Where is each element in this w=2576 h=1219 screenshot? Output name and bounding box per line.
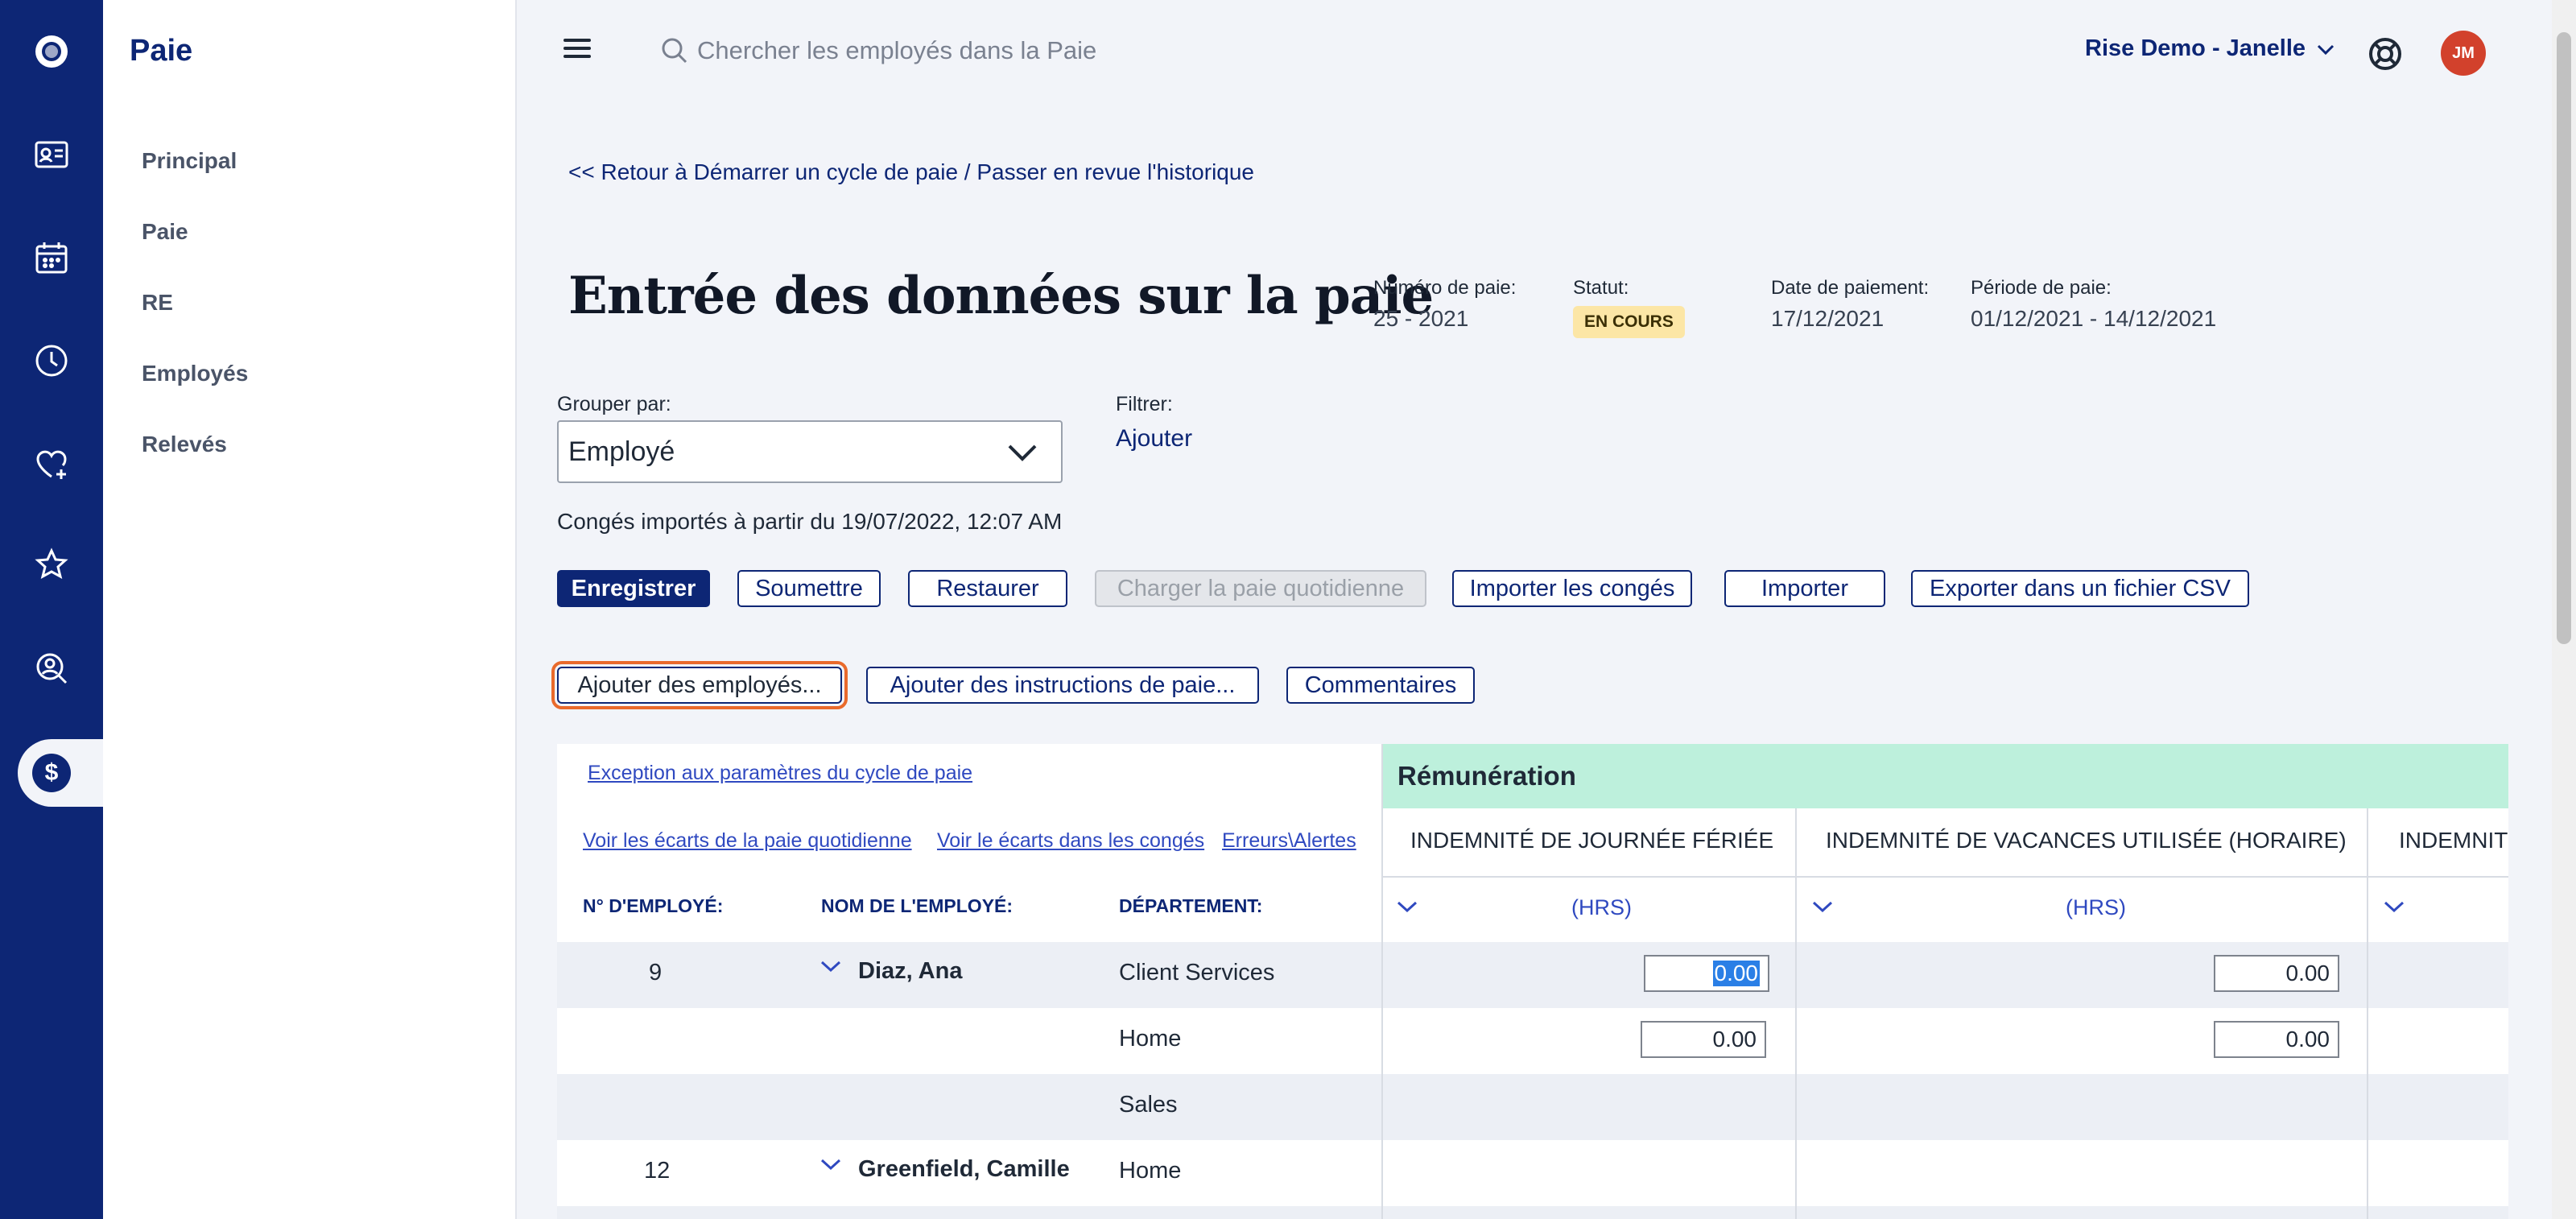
import-note: Congés importés à partir du 19/07/2022, … [557,509,1063,534]
expand-chevron-icon[interactable] [819,958,842,974]
sidenav-item-principal[interactable]: Principal [142,148,237,174]
table-row [557,1206,2508,1219]
back-link[interactable]: << Retour à Démarrer un cycle de paie / … [568,159,1254,185]
column-header-vacation-pay: INDEMNITÉ DE VACANCES UTILISÉE (HORAIRE) [1826,828,2347,853]
department: Home [1119,1158,1182,1184]
exception-settings-link[interactable]: Exception aux paramètres du cycle de pai… [588,762,972,785]
employee-number: 9 [649,960,663,986]
comments-button[interactable]: Commentaires [1286,667,1475,704]
department: Sales [1119,1092,1178,1118]
group-by-value: Employé [568,436,675,467]
errors-alerts-link[interactable]: Erreurs\Alertes [1222,829,1356,853]
pay-number-label: Numéro de paie: [1373,277,1517,299]
chevron-down-icon [1008,444,1037,461]
daily-pay-gaps-link[interactable]: Voir les écarts de la paie quotidienne [583,829,912,853]
load-daily-pay-button[interactable]: Charger la paie quotidienne [1095,570,1426,607]
group-by-label: Grouper par: [557,393,671,415]
column-header-emp-name[interactable]: NOM DE L'EMPLOYÉ: [821,895,1013,917]
sidenav-item-paie[interactable]: Paie [142,219,188,245]
clock-icon[interactable] [27,337,76,385]
employee-number: 12 [644,1158,671,1184]
pay-period-meta: Période de paie: 01/12/2021 - 14/12/2021 [1971,277,2216,332]
pay-number-meta: Numéro de paie: 25 - 2021 [1373,277,1516,332]
status-badge: EN COURS [1573,306,1685,338]
add-employees-button[interactable]: Ajouter des employés... [551,661,848,709]
column-header-department[interactable]: DÉPARTEMENT: [1119,895,1262,917]
heart-plus-icon[interactable] [27,440,76,488]
expand-chevron-icon[interactable] [819,1156,842,1172]
save-button[interactable]: Enregistrer [557,570,710,607]
menu-icon[interactable] [564,39,591,63]
star-badge-icon[interactable] [27,541,76,589]
submit-button[interactable]: Soumettre [737,570,881,607]
scrollbar-thumb[interactable] [2557,32,2571,644]
group-by-select[interactable]: Employé [557,420,1063,483]
export-csv-button[interactable]: Exporter dans un fichier CSV [1911,570,2249,607]
pay-period-label: Période de paie: [1971,277,2112,299]
column-header-emp-no[interactable]: N° D'EMPLOYÉ: [583,895,723,917]
account-switcher[interactable]: Rise Demo - Janelle [2085,35,2336,62]
leave-gaps-link[interactable]: Voir le écarts dans les congés [937,829,1204,853]
vacation-pay-input[interactable]: 0.00 [2214,955,2339,992]
vacation-pay-input[interactable]: 0.00 [2214,1021,2339,1058]
table-row [557,1074,2508,1140]
add-pay-instructions-button[interactable]: Ajouter des instructions de paie... [866,667,1259,704]
chevron-down-icon[interactable] [1396,899,1418,915]
calendar-icon[interactable] [27,233,76,282]
pay-date-meta: Date de paiement: 17/12/2021 [1771,277,1929,332]
holiday-pay-unit: (HRS) [1571,895,1632,919]
search-placeholder: Chercher les employés dans la Paie [697,36,1097,64]
sidenav-title: Paie [130,34,193,68]
account-label: Rise Demo - Janelle [2085,35,2306,61]
help-lifebuoy-icon[interactable] [2367,35,2404,72]
avatar[interactable]: JM [2441,31,2486,76]
chevron-down-icon[interactable] [1811,899,1834,915]
pay-date-value: 17/12/2021 [1771,306,1885,331]
column-header-indemnity-truncated: INDEMNIT [2399,828,2508,853]
chevron-down-icon[interactable] [2383,899,2405,915]
status-label: Statut: [1573,277,1629,299]
id-card-icon[interactable] [27,130,76,179]
filter-label: Filtrer: [1116,393,1173,415]
search-input[interactable]: Chercher les employés dans la Paie [658,31,1383,71]
search-icon [662,38,687,64]
filter-add-link[interactable]: Ajouter [1116,425,1192,452]
column-header-holiday-pay: INDEMNITÉ DE JOURNÉE FÉRIÉE [1410,828,1774,853]
employee-name[interactable]: Diaz, Ana [858,958,962,985]
import-leave-button[interactable]: Importer les congés [1452,570,1692,607]
logo-icon[interactable] [27,27,76,76]
vacation-pay-unit: (HRS) [2066,895,2126,919]
sidenav-item-employes[interactable]: Employés [142,361,248,386]
holiday-pay-value: 0.00 [1712,961,1760,986]
pay-number-value: 25 - 2021 [1373,306,1469,331]
dollar-icon[interactable]: $ [32,754,71,792]
person-search-icon[interactable] [27,644,76,692]
sidenav-item-releves[interactable]: Relevés [142,432,227,457]
sidenav-item-re[interactable]: RE [142,290,173,316]
employee-name[interactable]: Greenfield, Camille [858,1156,1070,1183]
holiday-pay-input[interactable]: 0.00 [1641,1021,1766,1058]
side-nav: Paie Principal Paie RE Employés Relevés [103,0,517,1219]
chevron-down-icon [2317,44,2334,55]
status-meta: Statut: EN COURS [1573,277,1685,338]
icon-rail: $ [0,0,108,1219]
pay-date-label: Date de paiement: [1771,277,1930,299]
department: Home [1119,1026,1182,1052]
table-row [557,1140,2508,1206]
import-button[interactable]: Importer [1724,570,1885,607]
restore-button[interactable]: Restaurer [908,570,1067,607]
holiday-pay-input[interactable]: 0.00 [1644,955,1769,992]
page-title: Entrée des données sur la paie [568,266,1434,326]
department: Client Services [1119,960,1275,986]
remuneration-header: Rémunération [1381,744,2508,808]
pay-period-value: 01/12/2021 - 14/12/2021 [1971,306,2217,331]
